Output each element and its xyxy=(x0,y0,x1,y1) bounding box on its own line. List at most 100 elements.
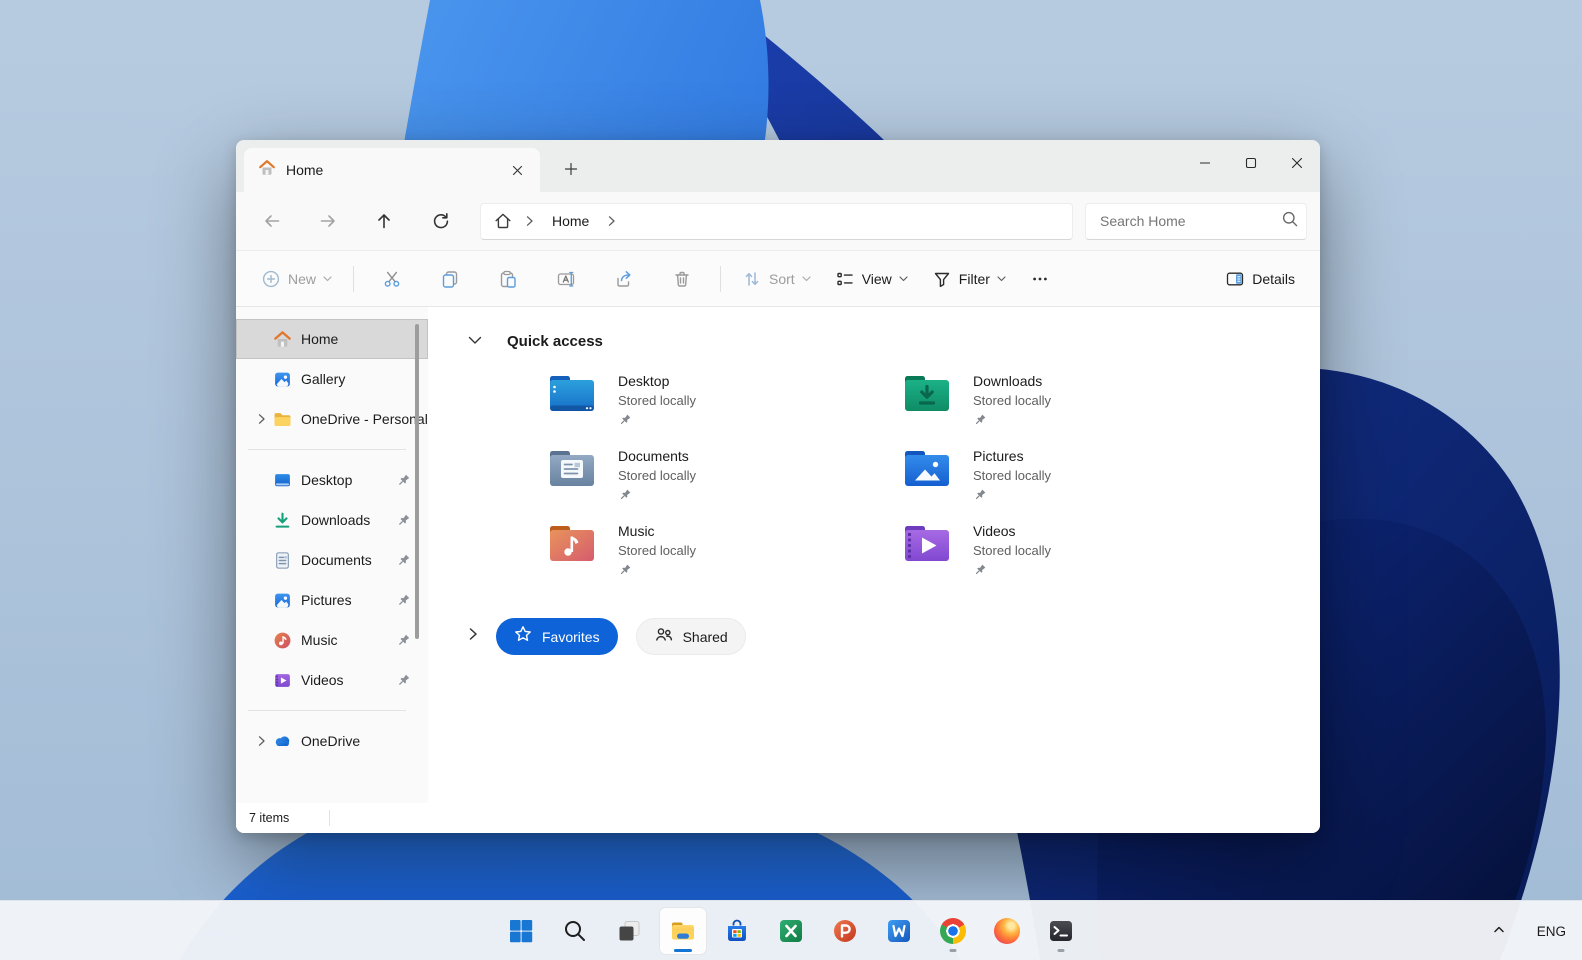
maximize-button[interactable] xyxy=(1228,140,1274,186)
tab-close-icon[interactable] xyxy=(504,157,530,183)
rename-icon[interactable] xyxy=(537,260,595,298)
sidebar-item-label: Gallery xyxy=(301,371,346,387)
address-bar[interactable]: Home xyxy=(480,202,1073,240)
videos-icon xyxy=(272,670,292,690)
sidebar-item-gallery[interactable]: Gallery xyxy=(236,359,428,399)
expand-chevron-icon[interactable] xyxy=(250,413,272,425)
details-pane-icon xyxy=(1227,272,1244,285)
forward-icon[interactable] xyxy=(300,201,356,241)
view-icon xyxy=(837,272,853,285)
sidebar-item-label: OneDrive xyxy=(301,733,361,749)
details-button[interactable]: Details xyxy=(1213,260,1307,298)
powerpoint-icon[interactable] xyxy=(822,908,868,954)
sort-button-label: Sort xyxy=(769,270,795,287)
refresh-icon[interactable] xyxy=(412,201,468,241)
pivot-label: Favorites xyxy=(542,628,600,645)
taskbar-apps xyxy=(498,907,1084,954)
desktop-folder-icon xyxy=(548,373,596,420)
cut-icon[interactable] xyxy=(363,260,421,298)
pin-icon xyxy=(618,413,696,432)
tile-downloads[interactable]: Downloads Stored locally xyxy=(903,371,1258,446)
sidebar-item-onedrive[interactable]: OneDrive xyxy=(236,721,428,761)
tile-subtitle: Stored locally xyxy=(973,468,1052,483)
pin-icon xyxy=(973,563,1051,582)
star-icon xyxy=(514,625,532,648)
tab-home[interactable]: Home xyxy=(244,148,540,192)
back-icon[interactable] xyxy=(244,201,300,241)
shared-pivot[interactable]: Shared xyxy=(635,618,746,655)
sidebar-item-label: Documents xyxy=(301,552,372,568)
window-controls xyxy=(1182,140,1320,186)
file-explorer-icon[interactable] xyxy=(660,907,706,954)
pivot-label: Shared xyxy=(682,628,728,645)
quick-access-grid: Desktop Stored locally Downloads Stored … xyxy=(548,371,1320,596)
search-input[interactable] xyxy=(1100,213,1281,229)
filter-button[interactable]: Filter xyxy=(920,260,1018,298)
language-indicator[interactable]: ENG xyxy=(1537,924,1566,939)
section-title: Quick access xyxy=(507,332,603,350)
microsoft-store-icon[interactable] xyxy=(714,908,760,954)
word-icon[interactable] xyxy=(876,908,922,954)
view-button[interactable]: View xyxy=(823,260,920,298)
active-app-indicator xyxy=(674,948,692,952)
sidebar-scrollbar[interactable] xyxy=(415,324,419,639)
sidebar-item-pictures[interactable]: Pictures xyxy=(236,580,428,620)
search-icon[interactable] xyxy=(1281,210,1299,233)
breadcrumb-chevron-icon[interactable] xyxy=(601,215,622,227)
file-explorer-window: Home Home Search Home New Sort View Filt… xyxy=(236,140,1320,833)
firefox-icon[interactable] xyxy=(984,908,1030,954)
gallery-icon xyxy=(272,369,292,389)
share-icon[interactable] xyxy=(595,260,653,298)
chrome-icon[interactable] xyxy=(930,908,976,954)
sidebar-item-home[interactable]: Home xyxy=(236,319,428,359)
favorites-pivot[interactable]: Favorites xyxy=(496,618,618,655)
tile-subtitle: Stored locally xyxy=(618,393,697,408)
new-tab-button[interactable] xyxy=(554,152,588,186)
tile-videos[interactable]: Videos Stored locally xyxy=(903,521,1258,596)
tile-documents[interactable]: Documents Stored locally xyxy=(548,446,903,521)
tile-name: Documents xyxy=(618,448,689,464)
sidebar-item-label: Pictures xyxy=(301,592,352,608)
sidebar-item-onedrive-personal[interactable]: OneDrive - Personal xyxy=(236,399,428,439)
sidebar-item-music[interactable]: Music xyxy=(236,620,428,660)
terminal-icon[interactable] xyxy=(1038,908,1084,954)
tile-name: Music xyxy=(618,523,655,539)
people-icon xyxy=(654,625,673,648)
music-icon xyxy=(272,630,292,650)
sidebar-item-downloads[interactable]: Downloads xyxy=(236,500,428,540)
tile-music[interactable]: Music Stored locally xyxy=(548,521,903,596)
home-outline-icon[interactable] xyxy=(489,211,517,231)
tile-name: Videos xyxy=(973,523,1016,539)
taskbar: ENG xyxy=(0,900,1582,960)
breadcrumb-home[interactable]: Home xyxy=(542,213,599,229)
more-options-icon[interactable] xyxy=(1018,260,1062,298)
excel-icon[interactable] xyxy=(768,908,814,954)
tile-pictures[interactable]: Pictures Stored locally xyxy=(903,446,1258,521)
search-icon[interactable] xyxy=(552,908,598,954)
up-icon[interactable] xyxy=(356,201,412,241)
start-icon[interactable] xyxy=(498,908,544,954)
new-button[interactable]: New xyxy=(249,260,344,298)
sidebar-item-label: Videos xyxy=(301,672,344,688)
delete-icon[interactable] xyxy=(653,260,711,298)
paste-icon[interactable] xyxy=(479,260,537,298)
hidden-icons-chevron-icon[interactable] xyxy=(1491,922,1507,940)
sidebar-item-videos[interactable]: Videos xyxy=(236,660,428,700)
sort-icon xyxy=(745,271,759,286)
chevron-right-icon[interactable] xyxy=(468,627,478,646)
search-box[interactable] xyxy=(1085,202,1307,240)
minimize-button[interactable] xyxy=(1182,140,1228,186)
tile-subtitle: Stored locally xyxy=(973,543,1052,558)
breadcrumb-chevron-icon[interactable] xyxy=(519,215,540,227)
close-button[interactable] xyxy=(1274,140,1320,186)
copy-icon[interactable] xyxy=(421,260,479,298)
documents-icon xyxy=(272,550,292,570)
chevron-down-icon[interactable] xyxy=(468,332,482,350)
sort-button[interactable]: Sort xyxy=(730,260,823,298)
task-view-icon[interactable] xyxy=(606,908,652,954)
tile-desktop[interactable]: Desktop Stored locally xyxy=(548,371,903,446)
sidebar-item-documents[interactable]: Documents xyxy=(236,540,428,580)
sidebar-item-desktop[interactable]: Desktop xyxy=(236,460,428,500)
quick-access-section-header[interactable]: Quick access xyxy=(468,329,1320,353)
expand-chevron-icon[interactable] xyxy=(250,735,272,747)
